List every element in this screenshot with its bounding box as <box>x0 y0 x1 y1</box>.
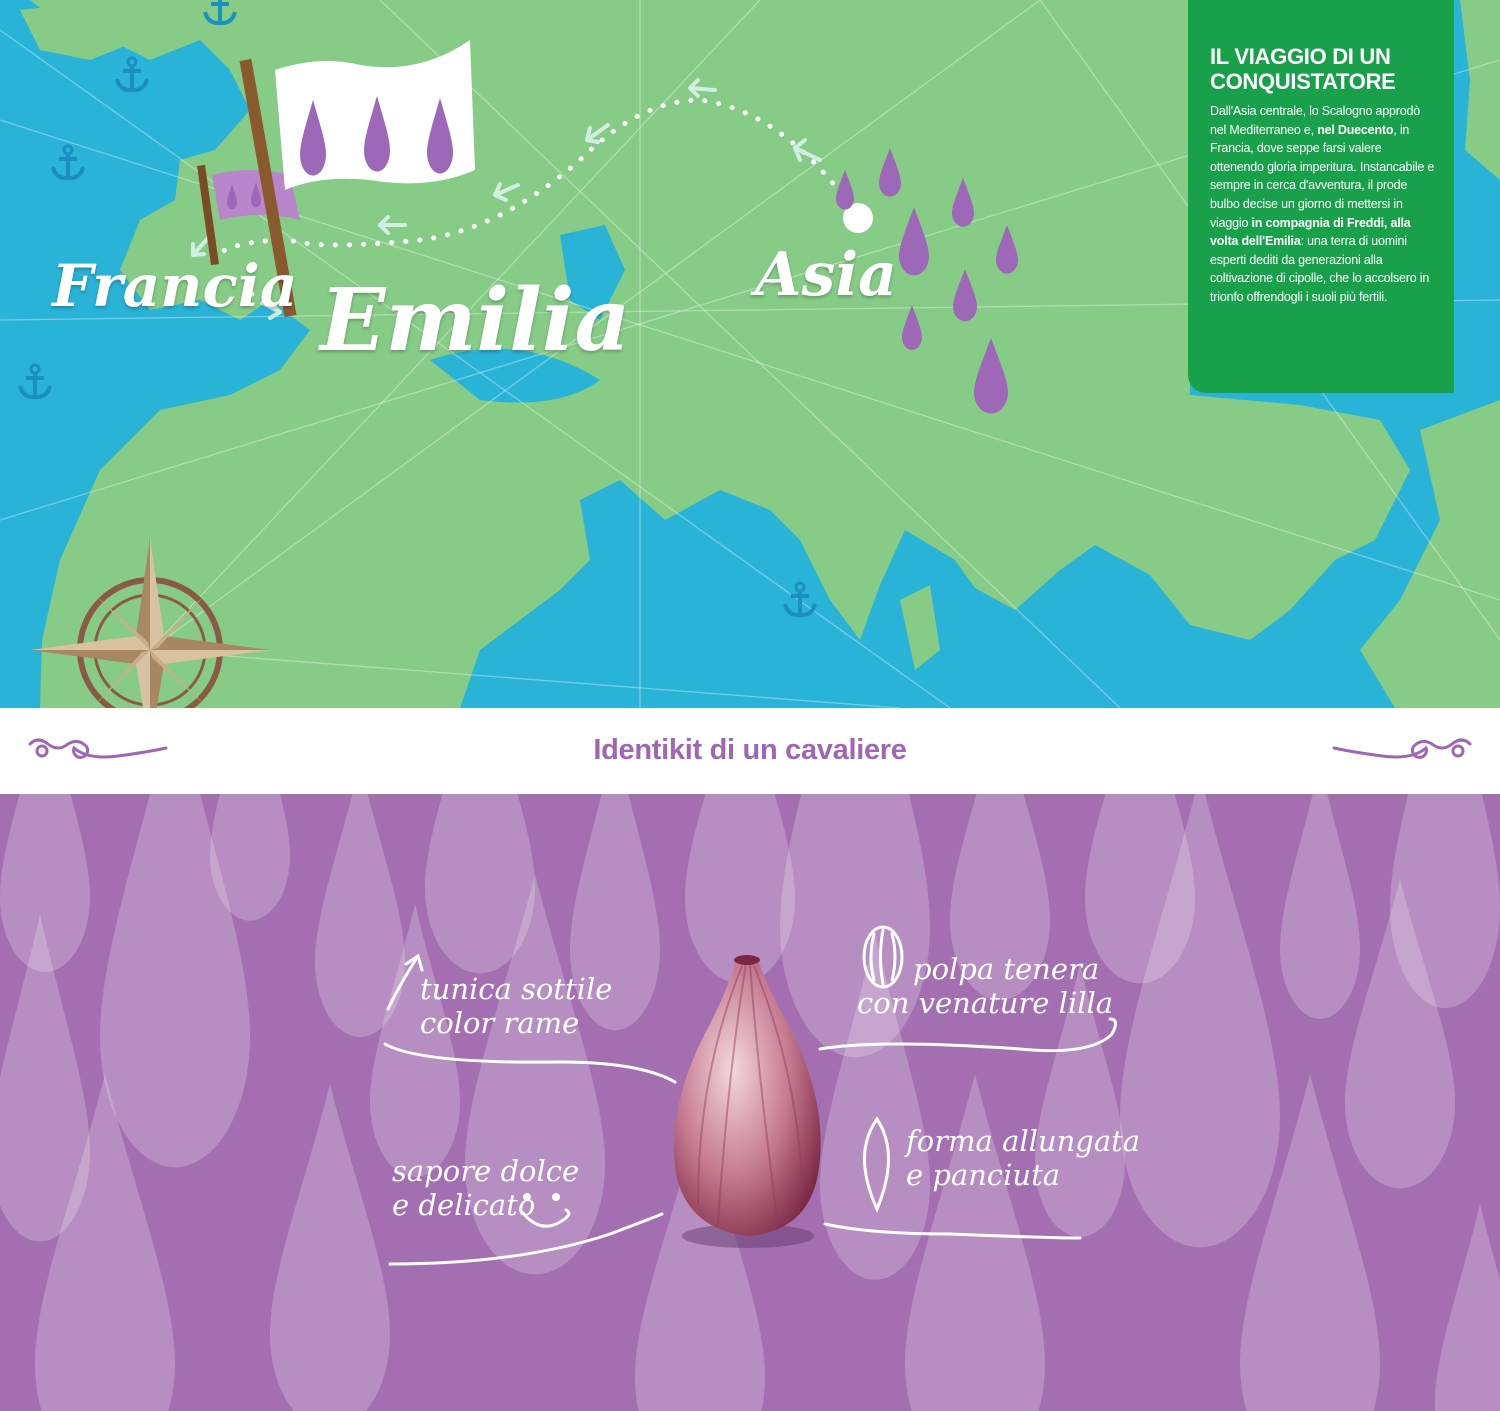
info-text-bold-1: nel Duecento <box>1317 122 1394 137</box>
section-title: Identikit di un cavaliere <box>593 734 907 766</box>
feature-sapore-line-1: sapore dolce <box>392 1154 580 1188</box>
place-label-asia: Asia <box>755 240 898 310</box>
feature-tunica-line-1: tunica sottile <box>420 972 613 1006</box>
feature-tunica-line-2: color rame <box>420 1006 580 1040</box>
right-ornament-icon <box>1332 738 1472 759</box>
feature-forma-line-2: e panciuta <box>906 1158 1061 1192</box>
info-box-title-line-1: IL VIAGGIO DI UN <box>1210 44 1391 69</box>
feature-polpa-line-1: polpa tenera <box>913 952 1100 986</box>
shallot-image <box>674 955 821 1248</box>
info-box-title-line-2: CONQUISTATORE <box>1210 69 1396 94</box>
identikit-section: tunica sottile color rame polpa tenera c… <box>0 794 1500 1411</box>
info-box-text: Dall'Asia centrale, lo Scalogno approdò … <box>1210 102 1436 307</box>
feature-polpa-line-2: con venature lilla <box>857 986 1114 1020</box>
feature-forma: forma allungata e panciuta <box>906 1124 1140 1192</box>
place-label-emilia: Emilia <box>320 270 631 371</box>
feature-polpa: polpa tenera con venature lilla <box>857 952 1113 1020</box>
info-text-part-2: , in Francia, dove seppe farsi valere ot… <box>1210 122 1435 230</box>
feature-tunica: tunica sottile color rame <box>420 972 612 1040</box>
info-box-title: IL VIAGGIO DI UN CONQUISTATORE <box>1210 44 1436 94</box>
feature-sapore-line-2: e delicato <box>392 1188 536 1222</box>
section-header: Identikit di un cavaliere <box>0 708 1500 794</box>
journey-map: Francia Emilia Asia IL VIAGGIO DI UN CON… <box>0 0 1500 708</box>
place-label-francia: Francia <box>52 252 298 320</box>
feature-forma-line-1: forma allungata <box>906 1124 1141 1158</box>
info-box: IL VIAGGIO DI UN CONQUISTATORE Dall'Asia… <box>1188 0 1454 393</box>
feature-sapore: sapore dolce e delicato <box>392 1154 579 1222</box>
